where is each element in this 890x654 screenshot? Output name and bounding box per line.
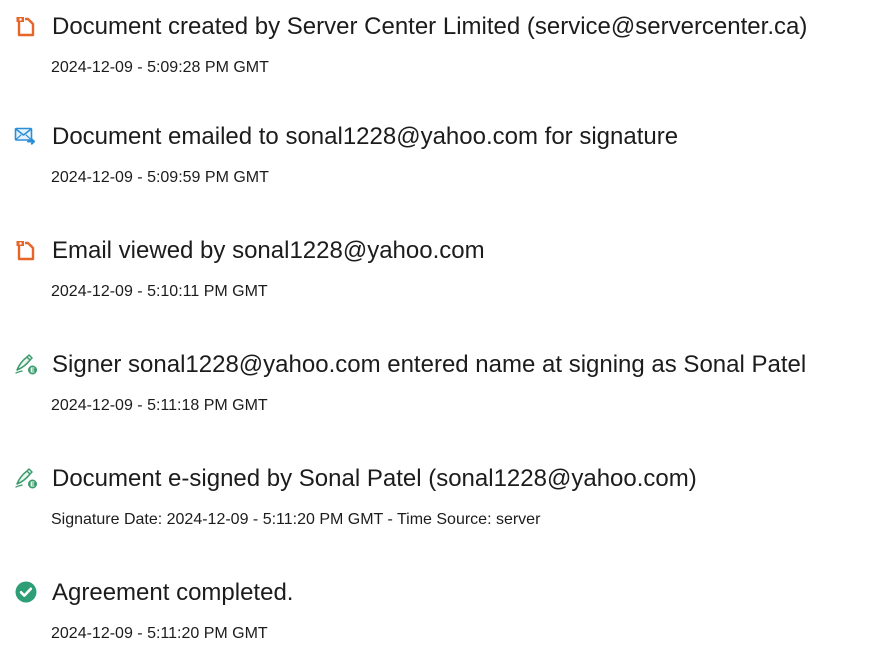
event-document-emailed: Document emailed to sonal1228@yahoo.com … xyxy=(0,118,890,198)
event-title: Agreement completed. xyxy=(52,579,294,606)
event-document-esigned: Document e-signed by Sonal Patel (sonal1… xyxy=(0,460,890,540)
event-title: Document created by Server Center Limite… xyxy=(52,13,808,40)
event-email-viewed: Email viewed by sonal1228@yahoo.com 2024… xyxy=(0,232,890,312)
pen-sign-icon xyxy=(14,466,38,490)
event-timestamp: 2024-12-09 - 5:10:11 PM GMT xyxy=(51,283,268,300)
event-title: Email viewed by sonal1228@yahoo.com xyxy=(52,237,485,264)
audit-event-list: Document created by Server Center Limite… xyxy=(0,0,890,652)
event-timestamp: Signature Date: 2024-12-09 - 5:11:20 PM … xyxy=(51,511,541,528)
event-title: Document emailed to sonal1228@yahoo.com … xyxy=(52,123,679,150)
document-icon xyxy=(14,14,38,38)
event-timestamp: 2024-12-09 - 5:11:18 PM GMT xyxy=(51,397,268,414)
check-circle-icon xyxy=(14,580,38,604)
event-timestamp: 2024-12-09 - 5:09:59 PM GMT xyxy=(51,169,269,186)
event-signer-entered-name: Signer sonal1228@yahoo.com entered name … xyxy=(0,346,890,426)
document-icon xyxy=(14,238,38,262)
event-document-created: Document created by Server Center Limite… xyxy=(0,8,890,88)
event-agreement-completed: Agreement completed. 2024-12-09 - 5:11:2… xyxy=(0,574,890,654)
event-title: Signer sonal1228@yahoo.com entered name … xyxy=(52,351,807,378)
email-send-icon xyxy=(14,124,38,148)
event-title: Document e-signed by Sonal Patel (sonal1… xyxy=(52,465,697,492)
event-timestamp: 2024-12-09 - 5:09:28 PM GMT xyxy=(51,59,269,76)
event-timestamp: 2024-12-09 - 5:11:20 PM GMT xyxy=(51,625,268,642)
pen-sign-icon xyxy=(14,352,38,376)
